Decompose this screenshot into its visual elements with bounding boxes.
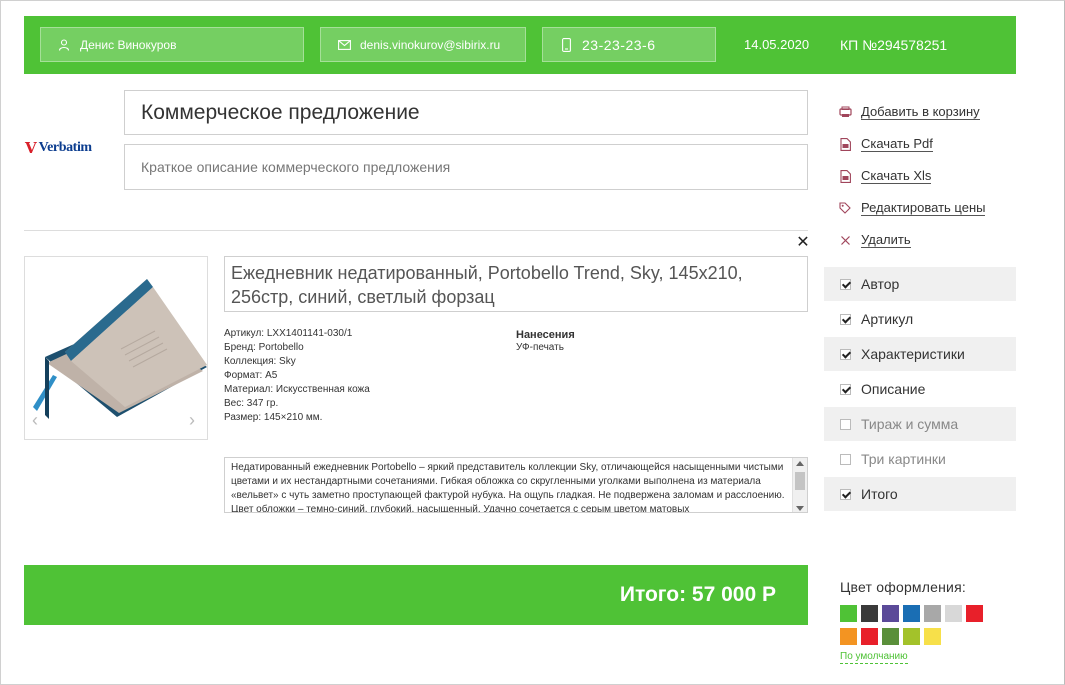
phone-field[interactable]: 23-23-23-6 — [542, 27, 716, 62]
slider-prev-icon[interactable]: ‹ — [32, 410, 38, 431]
color-swatch[interactable] — [861, 628, 878, 645]
user-name: Денис Винокуров — [80, 37, 177, 52]
checkbox-total[interactable] — [840, 488, 851, 500]
email-value: denis.vinokurov@sibirix.ru — [360, 37, 501, 52]
prop-weight: Вес: 347 гр. — [224, 398, 279, 409]
scroll-thumb[interactable] — [795, 472, 805, 490]
checkbox-article[interactable] — [840, 313, 851, 325]
color-swatch[interactable] — [903, 628, 920, 645]
option-three-pictures-label: Три картинки — [861, 451, 946, 467]
header-bar: Денис Винокуров denis.vinokurov@sibirix.… — [24, 16, 1016, 74]
option-characteristics[interactable]: Характеристики — [824, 337, 1016, 371]
remove-product-icon[interactable]: ✕ — [796, 235, 810, 251]
display-options: Автор Артикул Характеристики Описание Ти… — [824, 267, 1016, 512]
logo-text: Verbatim — [38, 140, 92, 155]
user-name-field[interactable]: Денис Винокуров — [40, 27, 304, 62]
option-total-label: Итого — [861, 486, 898, 502]
scroll-up-icon[interactable] — [796, 461, 804, 466]
color-swatch[interactable] — [861, 605, 878, 622]
offer-date: 14.05.2020 — [744, 37, 810, 52]
total-value: Итого: 57 000 Р — [619, 583, 776, 606]
download-pdf-label: Скачать Pdf — [861, 135, 933, 152]
color-swatch[interactable] — [840, 628, 857, 645]
offer-description-placeholder: Краткое описание коммерческого предложен… — [141, 159, 451, 175]
product-description-text: Недатированный ежедневник Portobello – я… — [231, 462, 785, 513]
prop-size: Размер: 145×210 мм. — [224, 412, 323, 423]
option-author[interactable]: Автор — [824, 267, 1016, 301]
mail-icon — [337, 38, 351, 52]
prop-material: Материал: Искусственная кожа — [224, 384, 370, 395]
color-swatch[interactable] — [882, 628, 899, 645]
default-color-link[interactable]: По умолчанию — [840, 651, 908, 664]
download-xls-link[interactable]: Скачать Xls — [838, 160, 985, 192]
option-characteristics-label: Характеристики — [861, 346, 965, 362]
color-swatch[interactable] — [840, 605, 857, 622]
user-icon — [57, 38, 71, 52]
prop-article: Артикул: LXX1401141-030/1 — [224, 328, 353, 339]
color-scheme-title: Цвет оформления: — [840, 579, 966, 595]
product-description-textarea[interactable]: Недатированный ежедневник Portobello – я… — [224, 457, 808, 513]
scroll-down-icon[interactable] — [796, 506, 804, 511]
product-title-input[interactable]: Ежедневник недатированный, Portobello Tr… — [224, 256, 808, 312]
color-swatch[interactable] — [903, 605, 920, 622]
verbatim-logo-icon: V — [25, 139, 37, 157]
application-value: УФ-печать — [516, 342, 564, 353]
checkbox-three-pictures[interactable] — [840, 453, 851, 465]
delete-label: Удалить — [861, 231, 911, 248]
brand-logo[interactable]: V Verbatim — [25, 137, 92, 159]
notebook-image — [33, 279, 207, 419]
offer-number: КП №294578251 — [840, 37, 948, 53]
section-divider — [24, 230, 808, 231]
option-total[interactable]: Итого — [824, 477, 1016, 511]
cart-icon — [838, 105, 852, 119]
download-pdf-link[interactable]: Скачать Pdf — [838, 128, 985, 160]
offer-title-input[interactable]: Коммерческое предложение — [124, 90, 808, 135]
delete-link[interactable]: Удалить — [838, 224, 985, 256]
option-author-label: Автор — [861, 276, 900, 292]
add-to-cart-link[interactable]: Добавить в корзину — [838, 96, 985, 128]
slider-next-icon[interactable]: › — [189, 410, 195, 431]
download-xls-label: Скачать Xls — [861, 167, 932, 184]
option-quantity-sum-label: Тираж и сумма — [861, 416, 959, 432]
prop-format: Формат: А5 — [224, 370, 278, 381]
option-description-label: Описание — [861, 381, 926, 397]
checkbox-description[interactable] — [840, 383, 851, 395]
pdf-icon — [838, 137, 852, 151]
actions-list: Добавить в корзину Скачать Pdf Скачать X… — [838, 96, 986, 256]
checkbox-quantity-sum[interactable] — [840, 418, 851, 430]
add-to-cart-label: Добавить в корзину — [861, 103, 980, 120]
option-three-pictures[interactable]: Три картинки — [824, 442, 1016, 476]
prop-brand: Бренд: Portobello — [224, 342, 304, 353]
phone-value: 23-23-23-6 — [582, 36, 656, 53]
option-description[interactable]: Описание — [824, 372, 1016, 406]
color-swatch[interactable] — [966, 605, 983, 622]
tag-icon — [838, 201, 852, 215]
product-title-text: Ежедневник недатированный, Portobello Tr… — [231, 263, 743, 307]
application-block: Нанесения УФ-печать — [516, 329, 575, 353]
product-image-slider[interactable] — [24, 256, 208, 440]
option-article-label: Артикул — [861, 311, 914, 327]
email-field[interactable]: denis.vinokurov@sibirix.ru — [320, 27, 526, 62]
color-swatch[interactable] — [924, 605, 941, 622]
edit-prices-label: Редактировать цены — [861, 199, 986, 216]
xls-icon — [838, 169, 852, 183]
checkbox-author[interactable] — [840, 278, 851, 290]
edit-prices-link[interactable]: Редактировать цены — [838, 192, 986, 224]
total-bar: Итого: 57 000 Р — [24, 565, 808, 625]
description-scrollbar[interactable] — [792, 458, 807, 512]
color-swatch[interactable] — [924, 628, 941, 645]
close-icon — [838, 233, 852, 247]
color-swatch[interactable] — [945, 605, 962, 622]
checkbox-characteristics[interactable] — [840, 348, 851, 360]
color-swatch[interactable] — [882, 605, 899, 622]
offer-title-text: Коммерческое предложение — [141, 100, 420, 124]
option-article[interactable]: Артикул — [824, 302, 1016, 336]
prop-collection: Коллекция: Sky — [224, 356, 296, 367]
application-title: Нанесения — [516, 329, 575, 341]
option-quantity-sum[interactable]: Тираж и сумма — [824, 407, 1016, 441]
offer-description-input[interactable]: Краткое описание коммерческого предложен… — [124, 144, 808, 190]
phone-icon — [559, 37, 573, 52]
product-properties: Артикул: LXX1401141-030/1 Бренд: Portobe… — [224, 327, 370, 425]
